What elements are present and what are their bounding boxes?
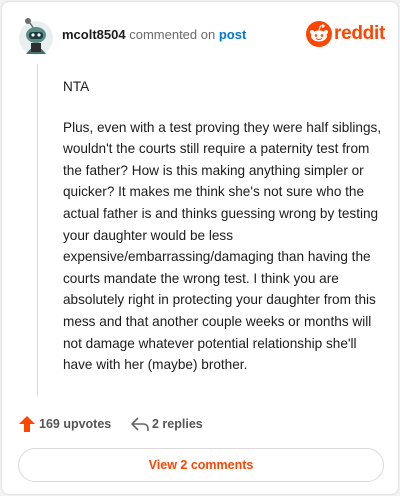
comment-body: NTA Plus, even with a test proving they … [63, 76, 383, 395]
view-comments-button[interactable]: View 2 comments [18, 448, 384, 482]
avatar[interactable] [18, 16, 56, 56]
comment-actions: 169 upvotes 2 replies [18, 413, 318, 435]
username[interactable]: mcolt8504 [62, 27, 126, 42]
thread-line [37, 64, 38, 396]
upvote-arrow-icon[interactable] [18, 415, 36, 433]
action-text: commented on [129, 27, 216, 42]
comment-meta: mcolt8504 commented on post [62, 27, 246, 43]
post-link[interactable]: post [219, 27, 246, 42]
comment-header: mcolt8504 commented on post reddit [18, 16, 385, 56]
comment-paragraph: Plus, even with a test proving they were… [63, 119, 382, 373]
comment-paragraph: NTA [63, 79, 90, 94]
upvote-count[interactable]: 169 upvotes [39, 417, 111, 431]
reddit-wordmark: reddit [334, 23, 385, 44]
reddit-logo-icon [306, 21, 332, 52]
reddit-logo[interactable]: reddit [306, 20, 385, 52]
comment-card: mcolt8504 commented on post reddit NTA P… [1, 1, 399, 495]
reply-arrow-icon[interactable] [130, 415, 150, 433]
reply-count[interactable]: 2 replies [152, 417, 203, 431]
